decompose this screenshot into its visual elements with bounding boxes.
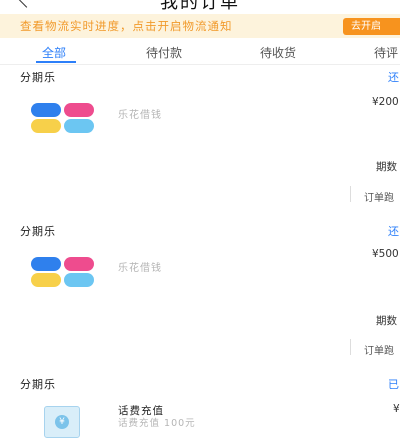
header: 我的订单 — [0, 0, 400, 14]
order-tabs: 全部 待付款 待收货 待评 — [0, 38, 400, 65]
item-name: 乐花借钱 — [118, 110, 162, 121]
active-tab-indicator — [36, 61, 76, 63]
lehua-logo-icon — [31, 103, 95, 133]
item-subtitle: 话费充值 100元 — [118, 418, 196, 429]
phone-recharge-icon: ¥ — [44, 406, 80, 438]
order-status: 还 — [388, 225, 399, 238]
divider — [350, 339, 351, 355]
order-status: 已 — [388, 378, 399, 391]
shop-name: 分期乐 — [20, 378, 56, 391]
divider — [350, 186, 351, 202]
logistics-notice-banner: 查看物流实时进度，点击开启物流通知 去开启 — [0, 14, 400, 38]
tab-pending-review[interactable]: 待评 — [374, 44, 398, 61]
order-number-label: 订单跑 — [364, 346, 394, 357]
shop-name: 分期乐 — [20, 71, 56, 84]
lehua-logo-icon — [31, 257, 95, 287]
item-price: ¥500 — [372, 248, 399, 260]
periods-label: 期数 — [376, 161, 397, 173]
tab-all[interactable]: 全部 — [42, 44, 66, 61]
periods-label: 期数 — [376, 315, 397, 327]
tab-pending-payment[interactable]: 待付款 — [146, 44, 182, 61]
order-status: 还 — [388, 71, 399, 84]
item-name: 乐花借钱 — [118, 263, 162, 274]
notice-text: 查看物流实时进度，点击开启物流通知 — [20, 19, 233, 33]
tab-pending-receipt[interactable]: 待收货 — [260, 44, 296, 61]
enable-notice-button[interactable]: 去开启 — [343, 18, 400, 35]
page-title: 我的订单 — [160, 0, 240, 13]
item-price: ¥ — [393, 403, 400, 415]
item-price: ¥200 — [372, 96, 399, 108]
order-number-label: 订单跑 — [364, 193, 394, 204]
shop-name: 分期乐 — [20, 225, 56, 238]
